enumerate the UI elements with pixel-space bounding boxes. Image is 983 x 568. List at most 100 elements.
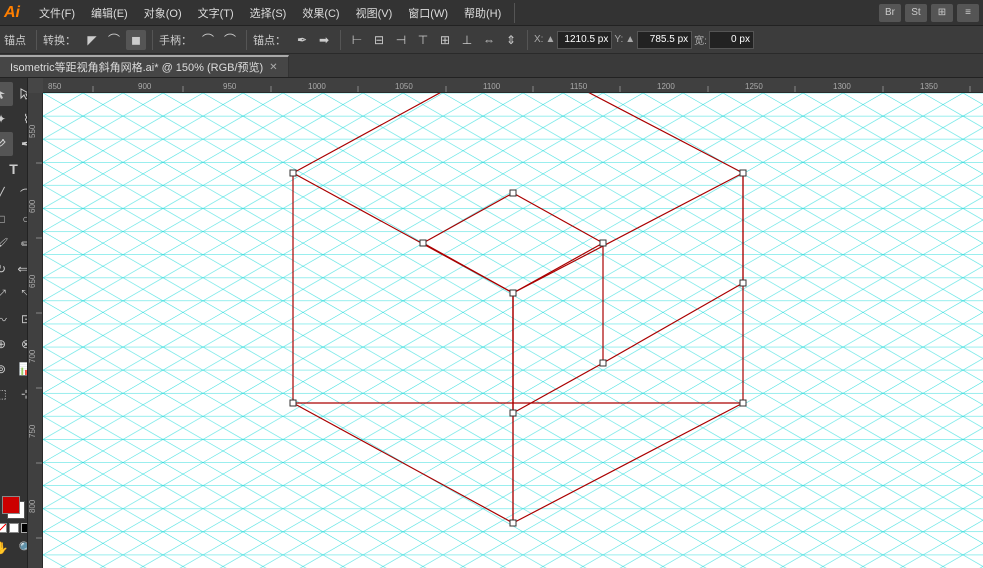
w-label: 宽: bbox=[694, 32, 707, 47]
ruler-left: 550 600 650 700 750 800 bbox=[28, 93, 43, 568]
align-middle-btn[interactable]: ⊞ bbox=[435, 30, 455, 50]
handle-btn1[interactable]: ⌒ bbox=[198, 30, 218, 50]
align-right-btn[interactable]: ⊣ bbox=[391, 30, 411, 50]
w-input[interactable] bbox=[709, 31, 754, 49]
sep3 bbox=[246, 30, 247, 50]
svg-text:550: 550 bbox=[28, 124, 37, 138]
w-coord-group: 宽: bbox=[694, 31, 754, 49]
stock-icon[interactable]: St bbox=[905, 4, 927, 22]
color-area: ✋ 🔍 bbox=[0, 496, 28, 564]
context-toolbar: 锚点 转换： ◤ ⌒ ◼ 手柄： ⌒ ⌒ 锚点： ✒ ➡ ⊢ ⊟ ⊣ ⊤ ⊞ ⊥… bbox=[0, 26, 983, 54]
none-swatch[interactable] bbox=[0, 523, 7, 533]
lasso-tools: ✦ ⌇ bbox=[0, 107, 28, 131]
menu-right-icons: Br St ⊞ ≡ bbox=[879, 4, 979, 22]
y-label: Y: bbox=[614, 34, 623, 45]
direct-selection-tool-btn[interactable] bbox=[14, 82, 28, 106]
menu-window[interactable]: 窗口(W) bbox=[401, 3, 455, 23]
pencil-btn[interactable]: ✏ bbox=[14, 232, 28, 256]
magic-wand-btn[interactable]: ✦ bbox=[0, 107, 13, 131]
menu-select[interactable]: 选择(S) bbox=[243, 3, 294, 23]
bridge-icon[interactable]: Br bbox=[879, 4, 901, 22]
slice-btn[interactable]: ⊹ bbox=[14, 382, 28, 406]
brush-tools: 🖌 ✏ bbox=[0, 232, 28, 256]
scale-btn[interactable]: ⤢ bbox=[0, 282, 13, 306]
anchor-remove-btn[interactable]: ➡ bbox=[314, 30, 334, 50]
rotate-btn[interactable]: ↻ bbox=[0, 257, 13, 281]
sep2 bbox=[152, 30, 153, 50]
x-input[interactable] bbox=[557, 31, 612, 49]
y-input[interactable] bbox=[637, 31, 692, 49]
x-coord-group: X: ▲ bbox=[534, 31, 612, 49]
svg-text:950: 950 bbox=[223, 82, 237, 91]
free-transform-btn[interactable]: ⊡ bbox=[14, 307, 28, 331]
brush-btn[interactable]: 🖌 bbox=[0, 232, 13, 256]
drawing-svg bbox=[43, 93, 983, 568]
menu-edit[interactable]: 编辑(E) bbox=[84, 3, 135, 23]
svg-text:1150: 1150 bbox=[570, 82, 588, 91]
menu-help[interactable]: 帮助(H) bbox=[457, 3, 508, 23]
live-paint-btn[interactable]: ⊗ bbox=[14, 332, 28, 356]
svg-text:1000: 1000 bbox=[308, 82, 326, 91]
menu-object[interactable]: 对象(O) bbox=[137, 3, 189, 23]
anchor-btn1[interactable]: ✒ bbox=[292, 30, 312, 50]
warp-btn[interactable]: 〰 bbox=[0, 307, 13, 331]
x-label: X: bbox=[534, 34, 543, 45]
sep5 bbox=[527, 30, 528, 50]
distribute-v-btn[interactable]: ⇕ bbox=[501, 30, 521, 50]
hand-btn[interactable]: ✋ bbox=[0, 536, 13, 560]
pen-btn[interactable] bbox=[0, 132, 13, 156]
svg-text:700: 700 bbox=[28, 349, 37, 363]
scale-tools: ⤢ ⤡ bbox=[0, 282, 28, 306]
convert-corner-btn[interactable]: ◤ bbox=[82, 30, 102, 50]
tab-close-btn[interactable]: ✕ bbox=[269, 62, 277, 73]
symbol-btn[interactable]: ⊚ bbox=[0, 357, 13, 381]
sep1 bbox=[36, 30, 37, 50]
rect-btn[interactable]: □ bbox=[0, 207, 13, 231]
convert-selected-btn[interactable]: ◼ bbox=[126, 30, 146, 50]
current-fill[interactable] bbox=[2, 496, 20, 514]
artboard-btn[interactable]: ⬚ bbox=[0, 382, 13, 406]
ai-logo: Ai bbox=[4, 4, 20, 22]
reflect-btn[interactable]: ⟺ bbox=[14, 257, 28, 281]
menu-effect[interactable]: 效果(C) bbox=[295, 3, 346, 23]
warp-tools: 〰 ⊡ bbox=[0, 307, 28, 331]
black-swatch[interactable] bbox=[9, 523, 19, 533]
menu-view[interactable]: 视图(V) bbox=[349, 3, 400, 23]
align-top-btn[interactable]: ⊤ bbox=[413, 30, 433, 50]
column-graph-btn[interactable]: 📊 bbox=[14, 357, 28, 381]
menu-type[interactable]: 文字(T) bbox=[191, 3, 241, 23]
builder-tools: ⊕ ⊗ bbox=[0, 332, 28, 356]
menu-bar: Ai 文件(F) 编辑(E) 对象(O) 文字(T) 选择(S) 效果(C) 视… bbox=[0, 0, 983, 26]
align-center-btn[interactable]: ⊟ bbox=[369, 30, 389, 50]
arc-btn[interactable]: ⌒ bbox=[14, 182, 28, 206]
line-btn[interactable]: ╱ bbox=[0, 182, 13, 206]
svg-text:1100: 1100 bbox=[483, 82, 501, 91]
svg-text:1350: 1350 bbox=[920, 82, 938, 91]
artboard-tools: ⬚ ⊹ bbox=[0, 382, 28, 406]
handle-btn2[interactable]: ⌒ bbox=[220, 30, 240, 50]
color-swatches[interactable] bbox=[2, 496, 26, 520]
workspace-icon[interactable]: ⊞ bbox=[931, 4, 953, 22]
distribute-h-btn[interactable]: ⇔ bbox=[479, 30, 499, 50]
active-tab[interactable]: Isometric等距视角斜角网格.ai* @ 150% (RGB/预览) ✕ bbox=[0, 55, 289, 77]
zoom-btn[interactable]: 🔍 bbox=[14, 536, 28, 560]
lasso-btn[interactable]: ⌇ bbox=[14, 107, 28, 131]
white-swatch[interactable] bbox=[21, 523, 29, 533]
selection-tool-btn[interactable] bbox=[0, 82, 13, 106]
svg-text:850: 850 bbox=[48, 82, 62, 91]
menu-file[interactable]: 文件(F) bbox=[32, 3, 82, 23]
search-icon[interactable]: ≡ bbox=[957, 4, 979, 22]
canvas-area[interactable]: 850 900 950 1000 1050 1100 1150 1200 125… bbox=[28, 78, 983, 568]
type-btn[interactable]: T bbox=[2, 157, 26, 181]
pen-add-btn[interactable]: ✒ bbox=[14, 132, 28, 156]
align-bottom-btn[interactable]: ⊥ bbox=[457, 30, 477, 50]
svg-text:900: 900 bbox=[138, 82, 152, 91]
align-left-btn[interactable]: ⊢ bbox=[347, 30, 367, 50]
convert-smooth-btn[interactable]: ⌒ bbox=[104, 30, 124, 50]
canvas-viewport[interactable] bbox=[43, 93, 983, 568]
tab-bar: Isometric等距视角斜角网格.ai* @ 150% (RGB/预览) ✕ bbox=[0, 54, 983, 78]
shear-btn[interactable]: ⤡ bbox=[14, 282, 28, 306]
view-tools: ✋ 🔍 bbox=[0, 536, 28, 560]
shape-builder-btn[interactable]: ⊕ bbox=[0, 332, 13, 356]
ellipse-btn[interactable]: ○ bbox=[14, 207, 28, 231]
